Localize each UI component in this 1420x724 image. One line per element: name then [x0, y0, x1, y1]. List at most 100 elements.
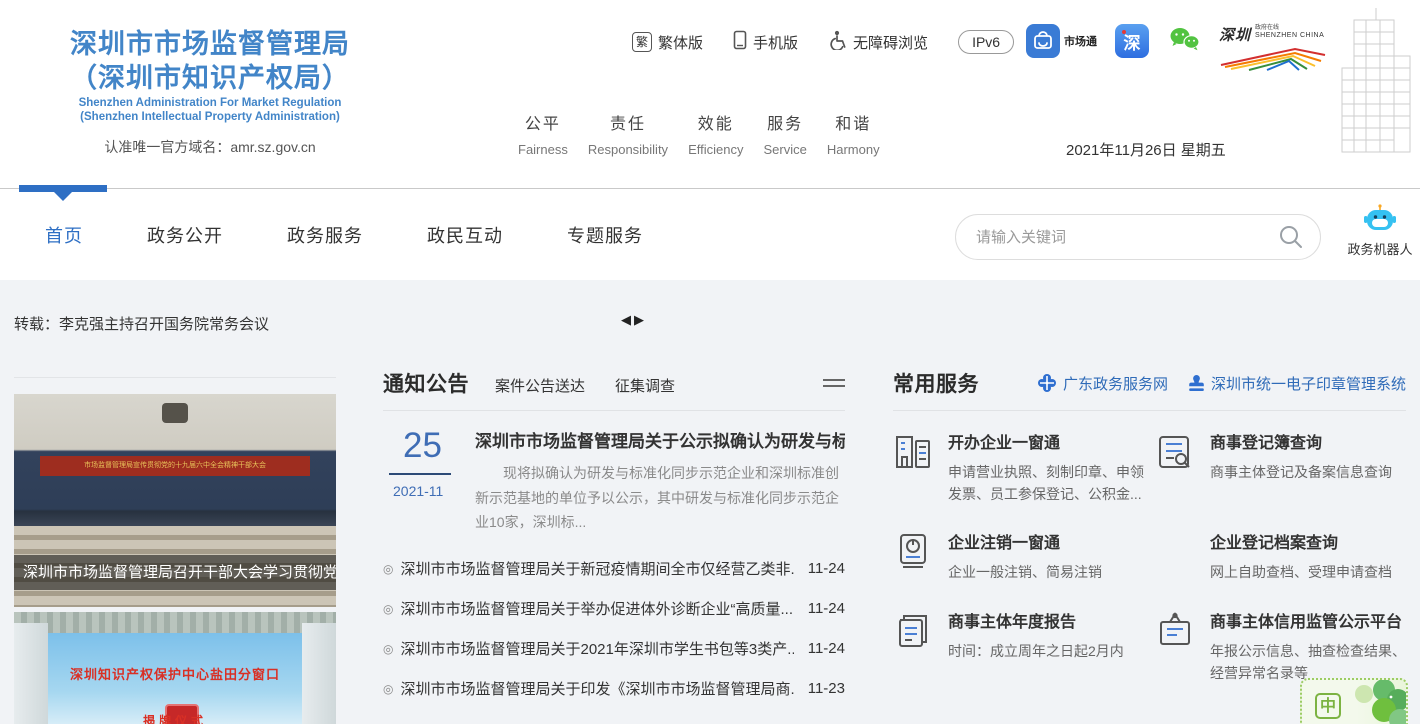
value-fairness: 公平 Fairness: [518, 110, 568, 157]
bullet-icon: [383, 600, 400, 618]
services-grid: 开办企业一窗通 申请营业执照、刻制印章、申领发票、员工参保登记、公积金... 商…: [893, 429, 1406, 684]
notices-more-icon[interactable]: [823, 375, 845, 391]
nav-active-indicator: [19, 185, 107, 192]
civilization-widget[interactable]: 中: [1300, 678, 1408, 724]
service-annual-report[interactable]: 商事主体年度报告 时间：成立周年之日起2月内: [893, 608, 1145, 684]
mobile-version-link[interactable]: 手机版: [733, 30, 798, 54]
featured-date-rule: [389, 473, 451, 475]
value-harmony: 和谐 Harmony: [827, 110, 880, 157]
featured-summary: 现将拟确认为研发与标准化同步示范企业和深圳标准创新示范基地的单位予以公示，其中研…: [475, 461, 845, 535]
ceremony-banner-line1: 深圳知识产权保护中心盐田分窗口: [14, 664, 336, 683]
nav-item-home[interactable]: 首页: [45, 222, 83, 248]
featured-body: 深圳市市场监督管理局关于公示拟确认为研发与标... 现将拟确认为研发与标准化同步…: [475, 427, 845, 535]
ceremony-banner-line2: 揭牌仪式: [14, 712, 336, 724]
carousel-slide-meeting[interactable]: 市场监督管理局宣传贯彻党的十九届六中全会精神干部大会 深圳市市场监督管理局召开干…: [14, 394, 336, 607]
report-documents-icon: [893, 608, 933, 684]
main-nav: 首页 政务公开 政务服务 政民互动 专题服务: [45, 222, 643, 248]
service-archive-search[interactable]: 企业登记档案查询 网上自助查档、受理申请查档: [1155, 529, 1406, 584]
bullet-icon: [383, 680, 400, 698]
building-document-icon: [893, 429, 933, 505]
services-links: 广东政务服务网 深圳市统一电子印章管理系统: [1037, 373, 1406, 394]
apps-row: 市场通 深 深圳 政府在线 SHENZHEN CHINA: [1026, 24, 1331, 76]
nav-divider: [0, 188, 1420, 189]
notices-title: 通知公告: [383, 368, 469, 398]
value-efficiency: 效能 Efficiency: [688, 110, 743, 157]
notice-list-item[interactable]: 深圳市市场监督管理局关于2021年深圳市学生书包等3类产... 11-24: [383, 629, 845, 669]
service-registry-search[interactable]: 商事登记簿查询 商事主体登记及备案信息查询: [1155, 429, 1406, 505]
projector-shape: [162, 403, 188, 423]
power-device-icon: [893, 529, 933, 584]
notice-list-item[interactable]: 深圳市市场监督管理局关于印发《深圳市市场监督管理局商... 11-23: [383, 669, 845, 709]
main-content: 转载：李克强主持召开国务院常务会议 市场监督管理局宣传贯彻党的十九届六中全会精神…: [0, 280, 1420, 724]
sz-logo-en: SHENZHEN CHINA: [1255, 32, 1324, 39]
value-responsibility: 责任 Responsibility: [588, 110, 668, 157]
search-icon[interactable]: [1278, 224, 1304, 250]
featured-title: 深圳市市场监督管理局关于公示拟确认为研发与标...: [475, 427, 845, 452]
notice-list: 深圳市市场监督管理局关于新冠疫情期间全市仅经营乙类非... 11-24 深圳市市…: [383, 549, 845, 709]
nav-item-gov-services[interactable]: 政务服务: [287, 222, 363, 248]
notices-header: 通知公告 案件公告送达 征集调查: [383, 368, 845, 411]
service-deregistration[interactable]: 企业注销一窗通 企业一般注销、简易注销: [893, 529, 1145, 584]
notice-list-item[interactable]: 深圳市市场监督管理局关于新冠疫情期间全市仅经营乙类非... 11-24: [383, 549, 845, 589]
sz-logo-rainbow-icon: [1219, 45, 1327, 71]
document-search-icon: [1155, 429, 1195, 505]
zhong-badge: 中: [1315, 693, 1341, 719]
sz-logo-sub: 政府在线: [1255, 24, 1324, 32]
nav-item-gov-info[interactable]: 政务公开: [147, 222, 223, 248]
traditional-label: 繁体版: [658, 32, 703, 53]
tab-case-announcements[interactable]: 案件公告送达: [495, 375, 585, 396]
market-app-link[interactable]: 市场通: [1026, 24, 1097, 58]
gov-robot-label: 政务机器人: [1342, 239, 1418, 258]
ticker-prev-icon[interactable]: [621, 311, 631, 329]
traditional-chinese-link[interactable]: 繁 繁体版: [632, 32, 703, 53]
empty-icon-slot: [1155, 529, 1195, 584]
wechat-icon[interactable]: [1167, 24, 1201, 59]
news-ticker-link[interactable]: 转载：李克强主持召开国务院常务会议: [14, 313, 269, 334]
search-input[interactable]: [976, 229, 1278, 246]
mobile-label: 手机版: [753, 32, 798, 53]
ticker-next-icon[interactable]: [634, 311, 644, 329]
photo-carousel: 市场监督管理局宣传贯彻党的十九届六中全会精神干部大会 深圳市市场监督管理局召开干…: [14, 377, 336, 724]
search-box: [955, 214, 1321, 260]
tab-surveys[interactable]: 征集调查: [615, 375, 675, 396]
featured-month: 2021-11: [389, 483, 465, 499]
site-title-cn2: （深圳市知识产权局）: [30, 62, 390, 96]
mobile-phone-icon: [733, 30, 747, 54]
site-title-cn: 深圳市市场监督管理局: [30, 28, 390, 62]
page: 深圳市市场监督管理局 （深圳市知识产权局） Shenzhen Administr…: [0, 0, 1420, 724]
building-sketch-image: [1318, 6, 1418, 156]
service-open-business[interactable]: 开办企业一窗通 申请营业执照、刻制印章、申领发票、员工参保登记、公积金...: [893, 429, 1145, 505]
market-app-label: 市场通: [1064, 33, 1097, 49]
site-title-en2: (Shenzhen Intellectual Property Administ…: [30, 110, 390, 125]
stamp-icon: [1188, 374, 1205, 392]
site-title-en: Shenzhen Administration For Market Regul…: [30, 96, 390, 111]
service-credit-platform[interactable]: 商事主体信用监管公示平台 年报公示信息、抽查检查结果、经营异常名录等: [1155, 608, 1406, 684]
bullet-icon: [383, 640, 400, 658]
ipv6-badge[interactable]: IPv6: [958, 30, 1014, 54]
featured-day: 25: [389, 427, 465, 466]
site-logo[interactable]: 深圳市市场监督管理局 （深圳市知识产权局） Shenzhen Administr…: [30, 28, 390, 157]
shenzhen-gov-logo[interactable]: 深圳 政府在线 SHENZHEN CHINA: [1219, 24, 1331, 76]
services-header: 常用服务 广东政务服务网: [893, 368, 1406, 411]
ceiling-shape: [14, 612, 336, 633]
featured-date: 25 2021-11: [383, 427, 465, 535]
meeting-banner-text: 市场监督管理局宣传贯彻党的十九届六中全会精神干部大会: [40, 456, 310, 476]
traditional-badge-icon: 繁: [632, 32, 652, 52]
accessibility-link[interactable]: 无障碍浏览: [828, 30, 928, 54]
featured-notice[interactable]: 25 2021-11 深圳市市场监督管理局关于公示拟确认为研发与标... 现将拟…: [383, 427, 845, 535]
i-shenzhen-app-icon[interactable]: 深: [1115, 24, 1149, 58]
official-domain-note: 认准唯一官方域名：amr.sz.gov.cn: [30, 137, 390, 157]
ticker-controls: [621, 311, 644, 329]
sz-logo-cn: 深圳: [1219, 24, 1251, 45]
nav-item-interaction[interactable]: 政民互动: [427, 222, 503, 248]
nav-active-arrow-icon: [54, 192, 72, 201]
flower-icon: [1037, 373, 1057, 393]
eseal-system-link[interactable]: 深圳市统一电子印章管理系统: [1188, 373, 1406, 394]
notice-list-item[interactable]: 深圳市市场监督管理局关于举办促进体外诊断企业“高质量... 11-24: [383, 589, 845, 629]
site-header: 深圳市市场监督管理局 （深圳市知识产权局） Shenzhen Administr…: [0, 0, 1420, 188]
nav-item-special-services[interactable]: 专题服务: [567, 222, 643, 248]
utility-links: 繁 繁体版 手机版 无障碍浏览 IPv6: [632, 30, 1014, 54]
guangdong-portal-link[interactable]: 广东政务服务网: [1037, 373, 1168, 394]
gov-robot-button[interactable]: 政务机器人: [1342, 204, 1418, 258]
carousel-slide-ceremony[interactable]: 深圳知识产权保护中心盐田分窗口 揭牌仪式: [14, 612, 336, 724]
